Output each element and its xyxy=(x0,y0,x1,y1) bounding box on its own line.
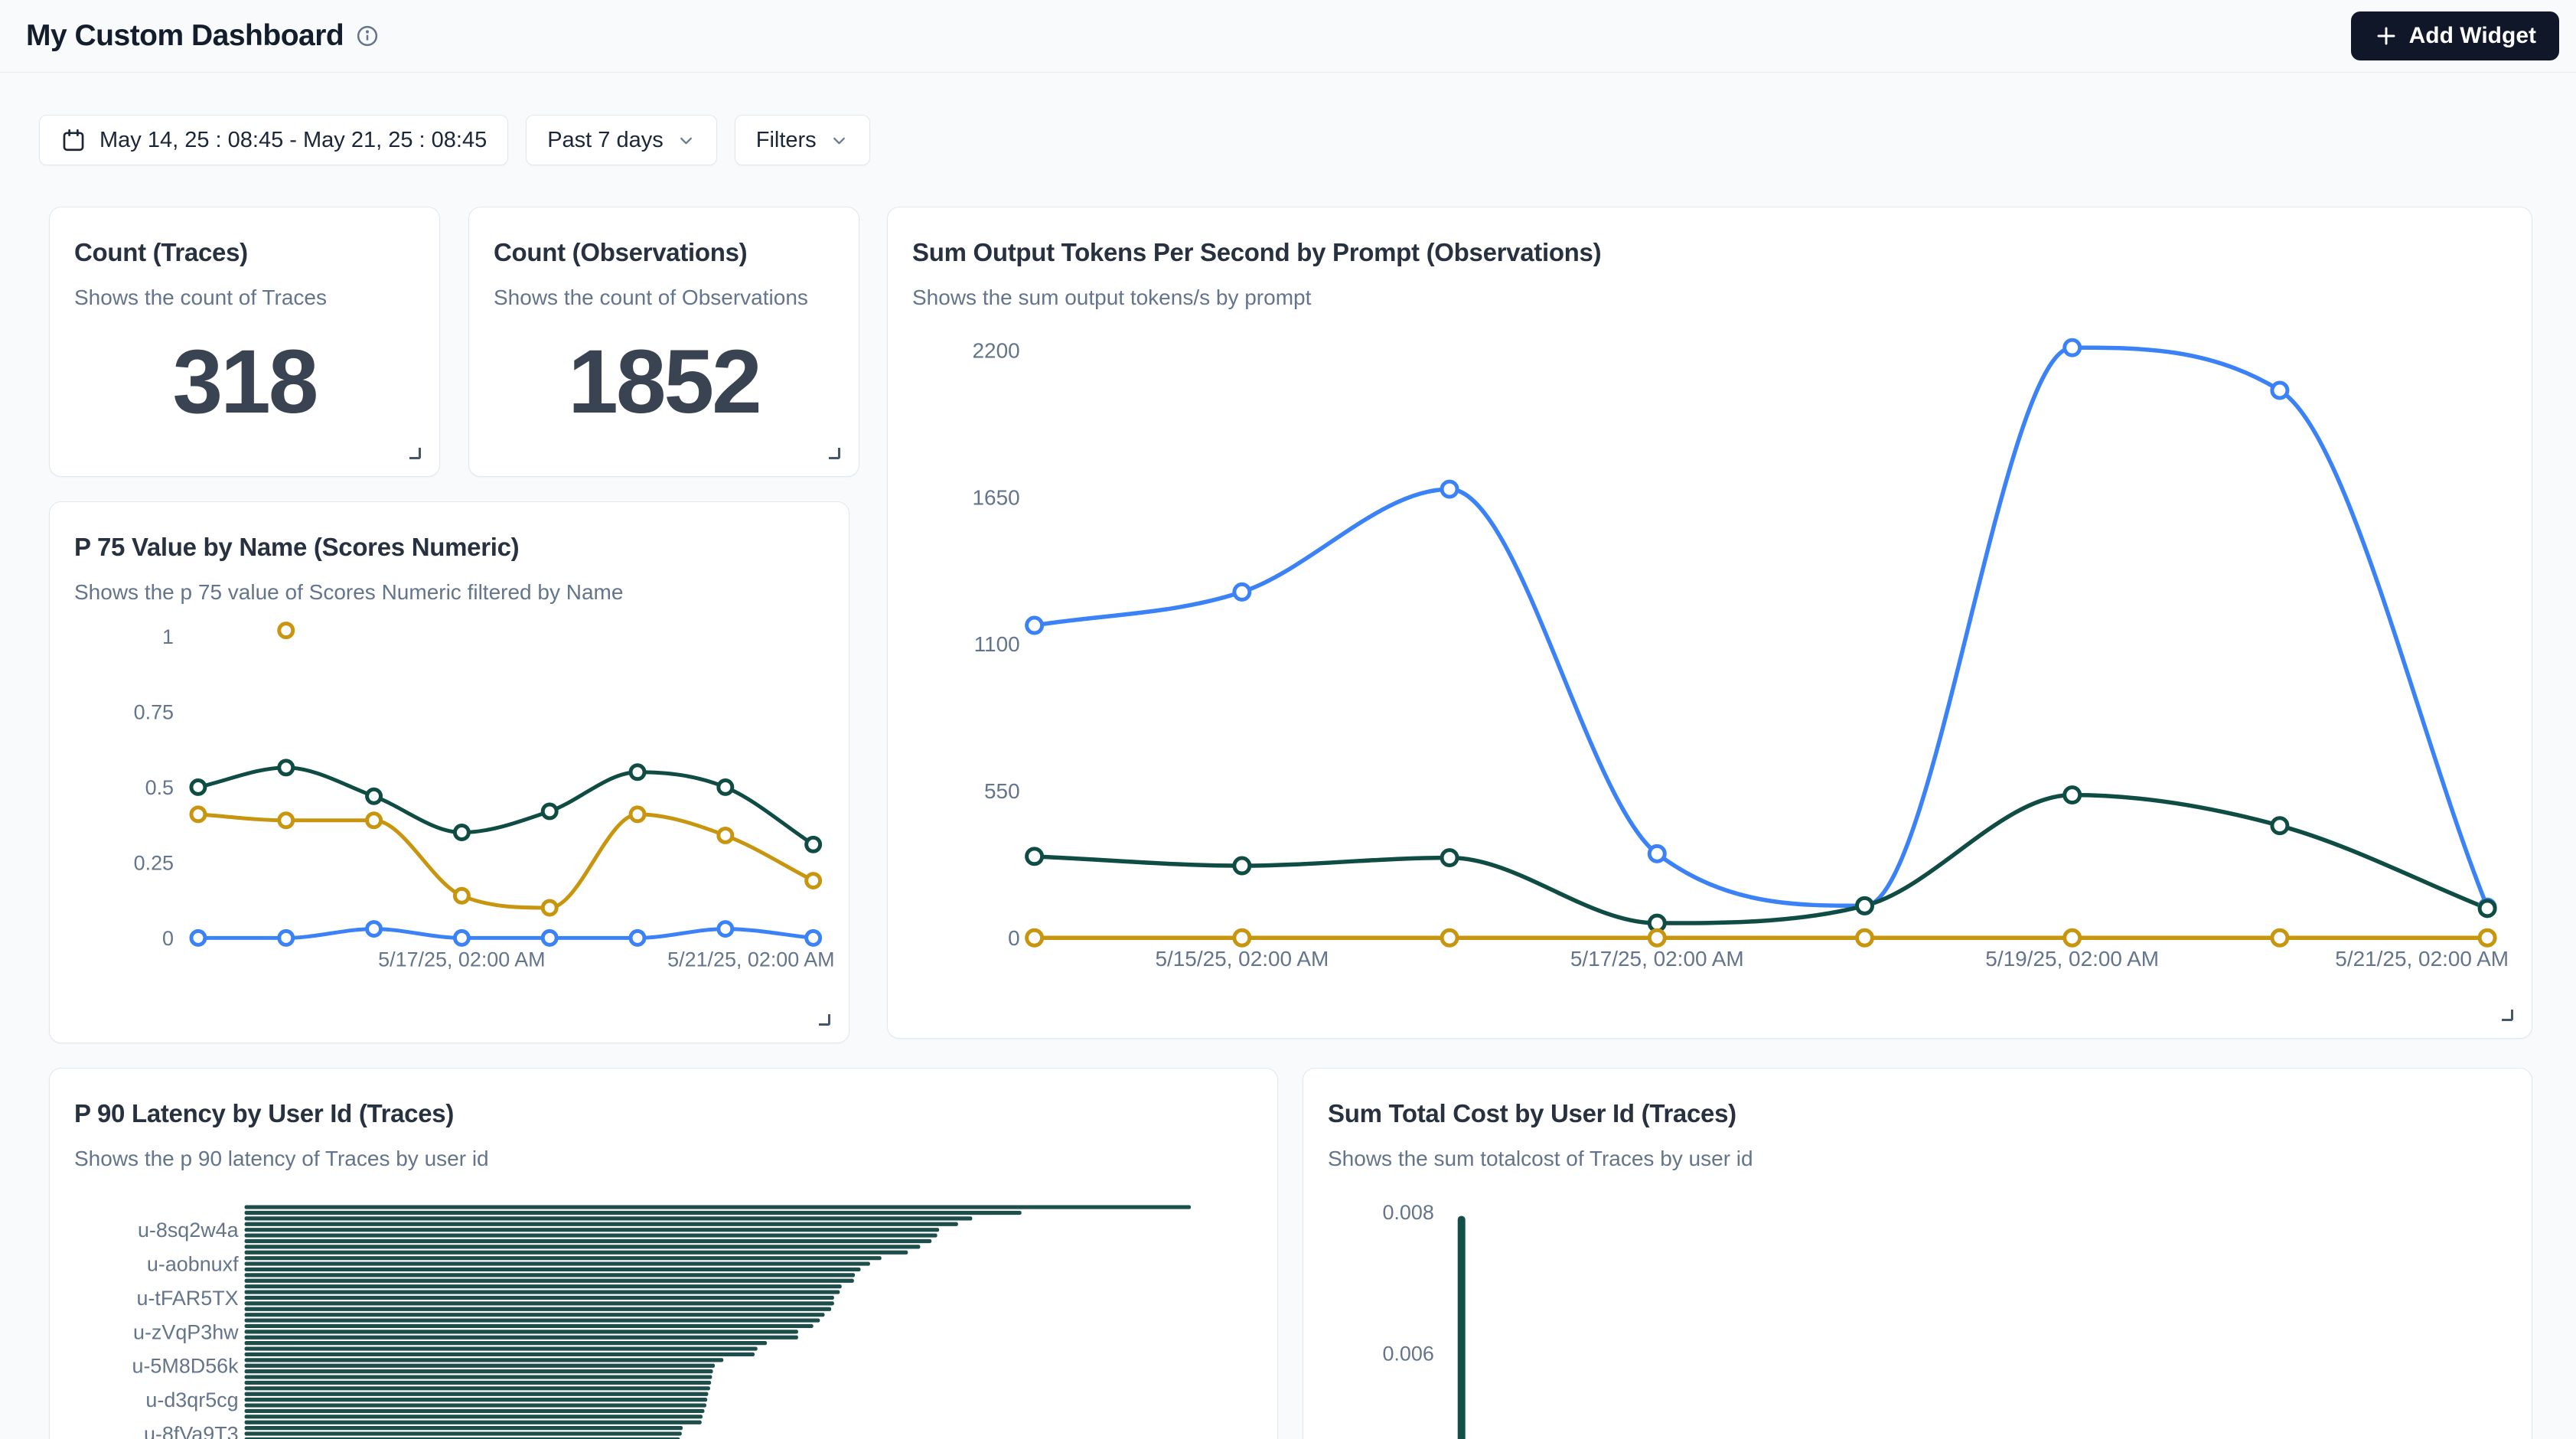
svg-text:u-8sq2w4a: u-8sq2w4a xyxy=(138,1219,239,1242)
svg-text:2200: 2200 xyxy=(973,338,1020,362)
svg-text:0.006: 0.006 xyxy=(1382,1342,1433,1365)
svg-text:u-aobnuxf: u-aobnuxf xyxy=(147,1252,239,1275)
widget-p90-latency: P 90 Latency by User Id (Traces) Shows t… xyxy=(49,1068,1278,1439)
svg-text:u-zVqP3hw: u-zVqP3hw xyxy=(133,1320,239,1343)
svg-text:550: 550 xyxy=(984,779,1020,803)
svg-text:1100: 1100 xyxy=(974,632,1020,656)
page-title: My Custom Dashboard xyxy=(26,19,344,53)
widget-subtitle: Shows the count of Observations xyxy=(494,286,834,310)
p75-line-chart[interactable]: 0 0.25 0.5 0.75 1 5/17/25, 02:00 AM 5/21/25, 0… xyxy=(50,502,849,1043)
filters-label: Filters xyxy=(756,128,817,153)
svg-text:0: 0 xyxy=(162,927,174,950)
plus-icon xyxy=(2374,24,2398,48)
dashboard-header: My Custom Dashboard Add Widget xyxy=(0,0,2576,73)
widget-p75-scores: P 75 Value by Name (Scores Numeric) Show… xyxy=(49,501,849,1043)
svg-text:0: 0 xyxy=(1008,926,1020,950)
svg-text:u-5M8D56k: u-5M8D56k xyxy=(132,1355,240,1378)
date-preset-value: Past 7 days xyxy=(547,128,664,153)
widget-title: Count (Traces) xyxy=(74,238,415,267)
svg-text:5/19/25, 02:00 AM: 5/19/25, 02:00 AM xyxy=(1985,947,2159,971)
info-icon[interactable] xyxy=(356,24,379,47)
filter-bar: May 14, 25 : 08:45 - May 21, 25 : 08:45 … xyxy=(39,115,870,165)
calendar-icon xyxy=(60,127,86,153)
widget-title: Count (Observations) xyxy=(494,238,834,267)
metric-value: 1852 xyxy=(469,330,859,434)
cost-bar-chart[interactable]: 0.006 0.008 xyxy=(1303,1069,2532,1439)
chevron-down-icon xyxy=(677,131,696,150)
date-range-value: May 14, 25 : 08:45 - May 21, 25 : 08:45 xyxy=(99,128,487,153)
widget-tokens-per-second: Sum Output Tokens Per Second by Prompt (… xyxy=(887,207,2532,1039)
resize-handle[interactable] xyxy=(829,448,840,459)
svg-text:0.008: 0.008 xyxy=(1382,1201,1433,1224)
svg-text:0.75: 0.75 xyxy=(134,700,174,723)
svg-text:5/21/25, 02:00 AM: 5/21/25, 02:00 AM xyxy=(667,948,834,971)
resize-handle[interactable] xyxy=(2502,1010,2513,1021)
svg-text:u-d3qr5cg: u-d3qr5cg xyxy=(145,1388,238,1411)
widget-cost-by-user: Sum Total Cost by User Id (Traces) Shows… xyxy=(1303,1068,2532,1439)
svg-text:0.5: 0.5 xyxy=(145,776,174,799)
resize-handle[interactable] xyxy=(819,1014,830,1026)
date-range-button[interactable]: May 14, 25 : 08:45 - May 21, 25 : 08:45 xyxy=(39,115,508,165)
add-widget-label: Add Widget xyxy=(2409,23,2536,49)
svg-text:1: 1 xyxy=(162,625,174,648)
svg-text:5/17/25, 02:00 AM: 5/17/25, 02:00 AM xyxy=(1570,947,1744,971)
add-widget-button[interactable]: Add Widget xyxy=(2351,11,2559,60)
resize-handle[interactable] xyxy=(409,448,421,459)
svg-text:0.25: 0.25 xyxy=(134,851,174,874)
widget-subtitle: Shows the count of Traces xyxy=(74,286,415,310)
metric-value: 318 xyxy=(50,330,439,434)
chevron-down-icon xyxy=(830,131,849,150)
svg-text:1650: 1650 xyxy=(973,485,1020,509)
widget-count-observations: Count (Observations) Shows the count of … xyxy=(468,207,859,477)
svg-text:5/17/25, 02:00 AM: 5/17/25, 02:00 AM xyxy=(378,948,545,971)
widget-count-traces: Count (Traces) Shows the count of Traces… xyxy=(49,207,440,477)
svg-text:u-8fVa9T3: u-8fVa9T3 xyxy=(144,1422,239,1439)
date-preset-dropdown[interactable]: Past 7 days xyxy=(526,115,717,165)
p90-bar-chart[interactable]: u-8sq2w4a u-aobnuxf u-tFAR5TX u-zVqP3hw u-5M… xyxy=(50,1069,1277,1439)
svg-text:5/15/25, 02:00 AM: 5/15/25, 02:00 AM xyxy=(1155,947,1329,971)
filters-dropdown[interactable]: Filters xyxy=(735,115,870,165)
svg-text:u-tFAR5TX: u-tFAR5TX xyxy=(137,1287,239,1310)
svg-text:5/21/25, 02:00 AM: 5/21/25, 02:00 AM xyxy=(2335,947,2509,971)
tokens-line-chart[interactable]: 0 550 1100 1650 2200 5/15/25, 02:00 AM 5/17/25… xyxy=(888,207,2532,1038)
